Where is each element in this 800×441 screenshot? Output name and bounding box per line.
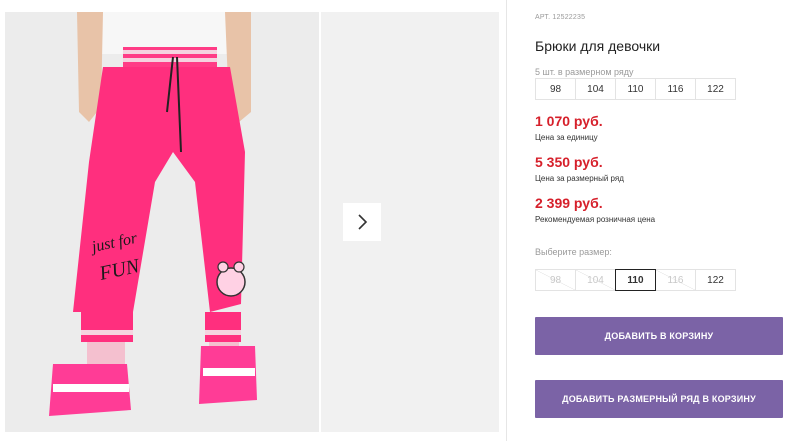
next-photo-button[interactable] (343, 203, 381, 241)
size-option-122[interactable]: 122 (695, 269, 736, 291)
choose-size-label: Выберите размер: (535, 247, 612, 257)
size-selector: 98 104 110 116 122 (535, 269, 736, 291)
pack-size-cell: 122 (695, 78, 736, 100)
article-number: АРТ. 12522235 (535, 14, 586, 21)
retail-price: 2 399 руб. (535, 195, 603, 211)
add-pack-to-cart-button[interactable]: ДОБАВИТЬ РАЗМЕРНЫЙ РЯД В КОРЗИНУ (535, 380, 783, 418)
chevron-right-icon (358, 214, 368, 230)
product-title: Брюки для девочки (535, 38, 661, 54)
pants-illustration: just for FUN (5, 12, 319, 432)
retail-price-note: Рекомендуемая розничная цена (535, 215, 656, 224)
pack-size-cell: 98 (535, 78, 576, 100)
pack-price: 5 350 руб. (535, 154, 603, 170)
pack-price-note: Цена за размерный ряд (535, 174, 624, 183)
vertical-divider (506, 0, 507, 441)
pack-size-cell: 116 (655, 78, 696, 100)
size-option-104[interactable]: 104 (575, 269, 616, 291)
unit-price-note: Цена за единицу (535, 133, 598, 142)
unit-price: 1 070 руб. (535, 113, 603, 129)
pack-size-row: 98 104 110 116 122 (535, 78, 736, 100)
pack-size-cell: 110 (615, 78, 656, 100)
add-to-cart-button[interactable]: ДОБАВИТЬ В КОРЗИНУ (535, 317, 783, 355)
size-option-98[interactable]: 98 (535, 269, 576, 291)
product-photo[interactable]: just for FUN (5, 12, 319, 432)
pack-label: 5 шт. в размерном ряду (535, 67, 634, 77)
size-option-110[interactable]: 110 (615, 269, 656, 291)
pack-size-cell: 104 (575, 78, 616, 100)
size-option-116[interactable]: 116 (655, 269, 696, 291)
